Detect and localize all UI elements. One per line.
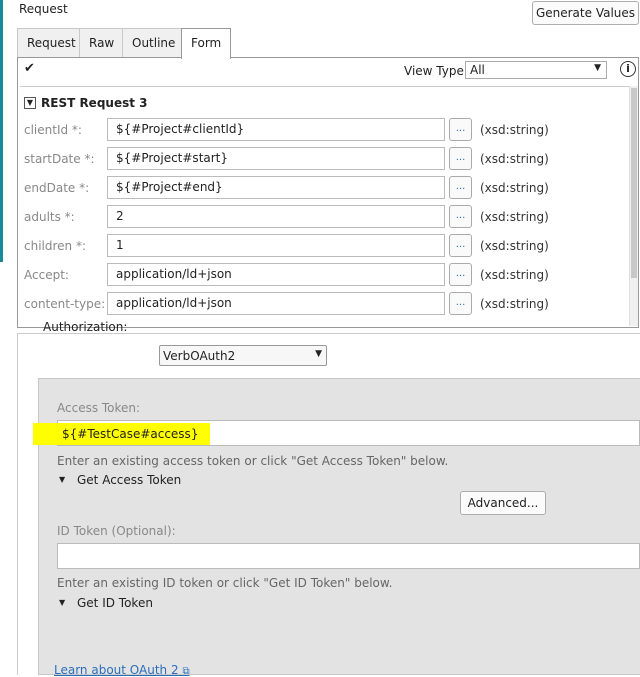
field-options-button[interactable]: ... — [449, 263, 472, 286]
expand-arrow-icon[interactable]: ▼ — [59, 475, 65, 484]
field-options-button[interactable]: ... — [449, 147, 472, 170]
scrollbar-thumb[interactable] — [631, 88, 637, 278]
info-icon[interactable]: i — [620, 61, 636, 77]
field-input[interactable]: ${#Project#end} — [107, 176, 445, 199]
access-token-value: ${#TestCase#access} — [62, 427, 199, 441]
field-label: content-type: — [24, 297, 106, 311]
get-id-token-toggle[interactable]: Get ID Token — [77, 596, 153, 610]
field-input[interactable]: application/ld+json — [107, 263, 445, 286]
field-label: children *: — [24, 239, 87, 253]
view-type-value: All — [470, 63, 485, 77]
field-type: (xsd:string) — [480, 297, 549, 311]
field-label: endDate *: — [24, 181, 90, 195]
expand-arrow-icon[interactable]: ▼ — [59, 598, 65, 607]
id-token-input[interactable] — [57, 543, 640, 569]
advanced-button[interactable]: Advanced... — [460, 491, 546, 515]
tab-form[interactable]: Form — [181, 28, 232, 59]
id-token-label: ID Token (Optional): — [57, 524, 176, 538]
access-token-help: Enter an existing access token or click … — [57, 454, 449, 468]
tab-request[interactable]: Request — [17, 28, 86, 58]
field-type: (xsd:string) — [480, 268, 549, 282]
field-options-button[interactable]: ... — [449, 118, 472, 141]
field-input[interactable]: 2 — [107, 205, 445, 228]
collapse-icon[interactable]: ▼ — [24, 97, 36, 109]
field-type: (xsd:string) — [480, 152, 549, 166]
generate-values-button[interactable]: Generate Values — [532, 1, 639, 25]
field-input[interactable]: ${#Project#start} — [107, 147, 445, 170]
section-title: REST Request 3 — [41, 96, 148, 110]
field-label: startDate *: — [24, 152, 95, 166]
authorization-label: Authorization: — [43, 320, 128, 334]
view-type-label: View Type: — [404, 64, 468, 78]
authorization-value: VerbOAuth2 — [163, 349, 236, 363]
access-token-label: Access Token: — [57, 401, 141, 415]
tab-raw[interactable]: Raw — [79, 28, 125, 58]
field-options-button[interactable]: ... — [449, 176, 472, 199]
field-input[interactable]: 1 — [107, 234, 445, 257]
validate-icon[interactable]: ✔ — [24, 61, 35, 76]
field-input[interactable]: application/ld+json — [107, 292, 445, 315]
field-input[interactable]: ${#Project#clientId} — [107, 118, 445, 141]
chevron-down-icon: ▼ — [315, 349, 322, 359]
request-title: Request — [19, 2, 68, 16]
field-options-button[interactable]: ... — [449, 205, 472, 228]
get-access-token-toggle[interactable]: Get Access Token — [77, 473, 181, 487]
external-link-icon: ⧉ — [182, 666, 190, 677]
field-type: (xsd:string) — [480, 210, 549, 224]
field-label: adults *: — [24, 210, 75, 224]
id-token-help: Enter an existing ID token or click "Get… — [57, 576, 393, 590]
field-label: clientId *: — [24, 123, 82, 137]
field-type: (xsd:string) — [480, 181, 549, 195]
scrollbar[interactable] — [629, 86, 638, 326]
field-options-button[interactable]: ... — [449, 292, 472, 315]
field-type: (xsd:string) — [480, 123, 549, 137]
left-edge-bar — [0, 0, 3, 262]
view-type-select[interactable]: All ▼ — [465, 61, 607, 79]
chevron-down-icon: ▼ — [594, 63, 601, 73]
field-options-button[interactable]: ... — [449, 234, 472, 257]
tab-outline[interactable]: Outline — [122, 28, 186, 58]
field-label: Accept: — [24, 268, 69, 282]
authorization-select[interactable]: VerbOAuth2 ▼ — [159, 345, 327, 366]
field-type: (xsd:string) — [480, 239, 549, 253]
